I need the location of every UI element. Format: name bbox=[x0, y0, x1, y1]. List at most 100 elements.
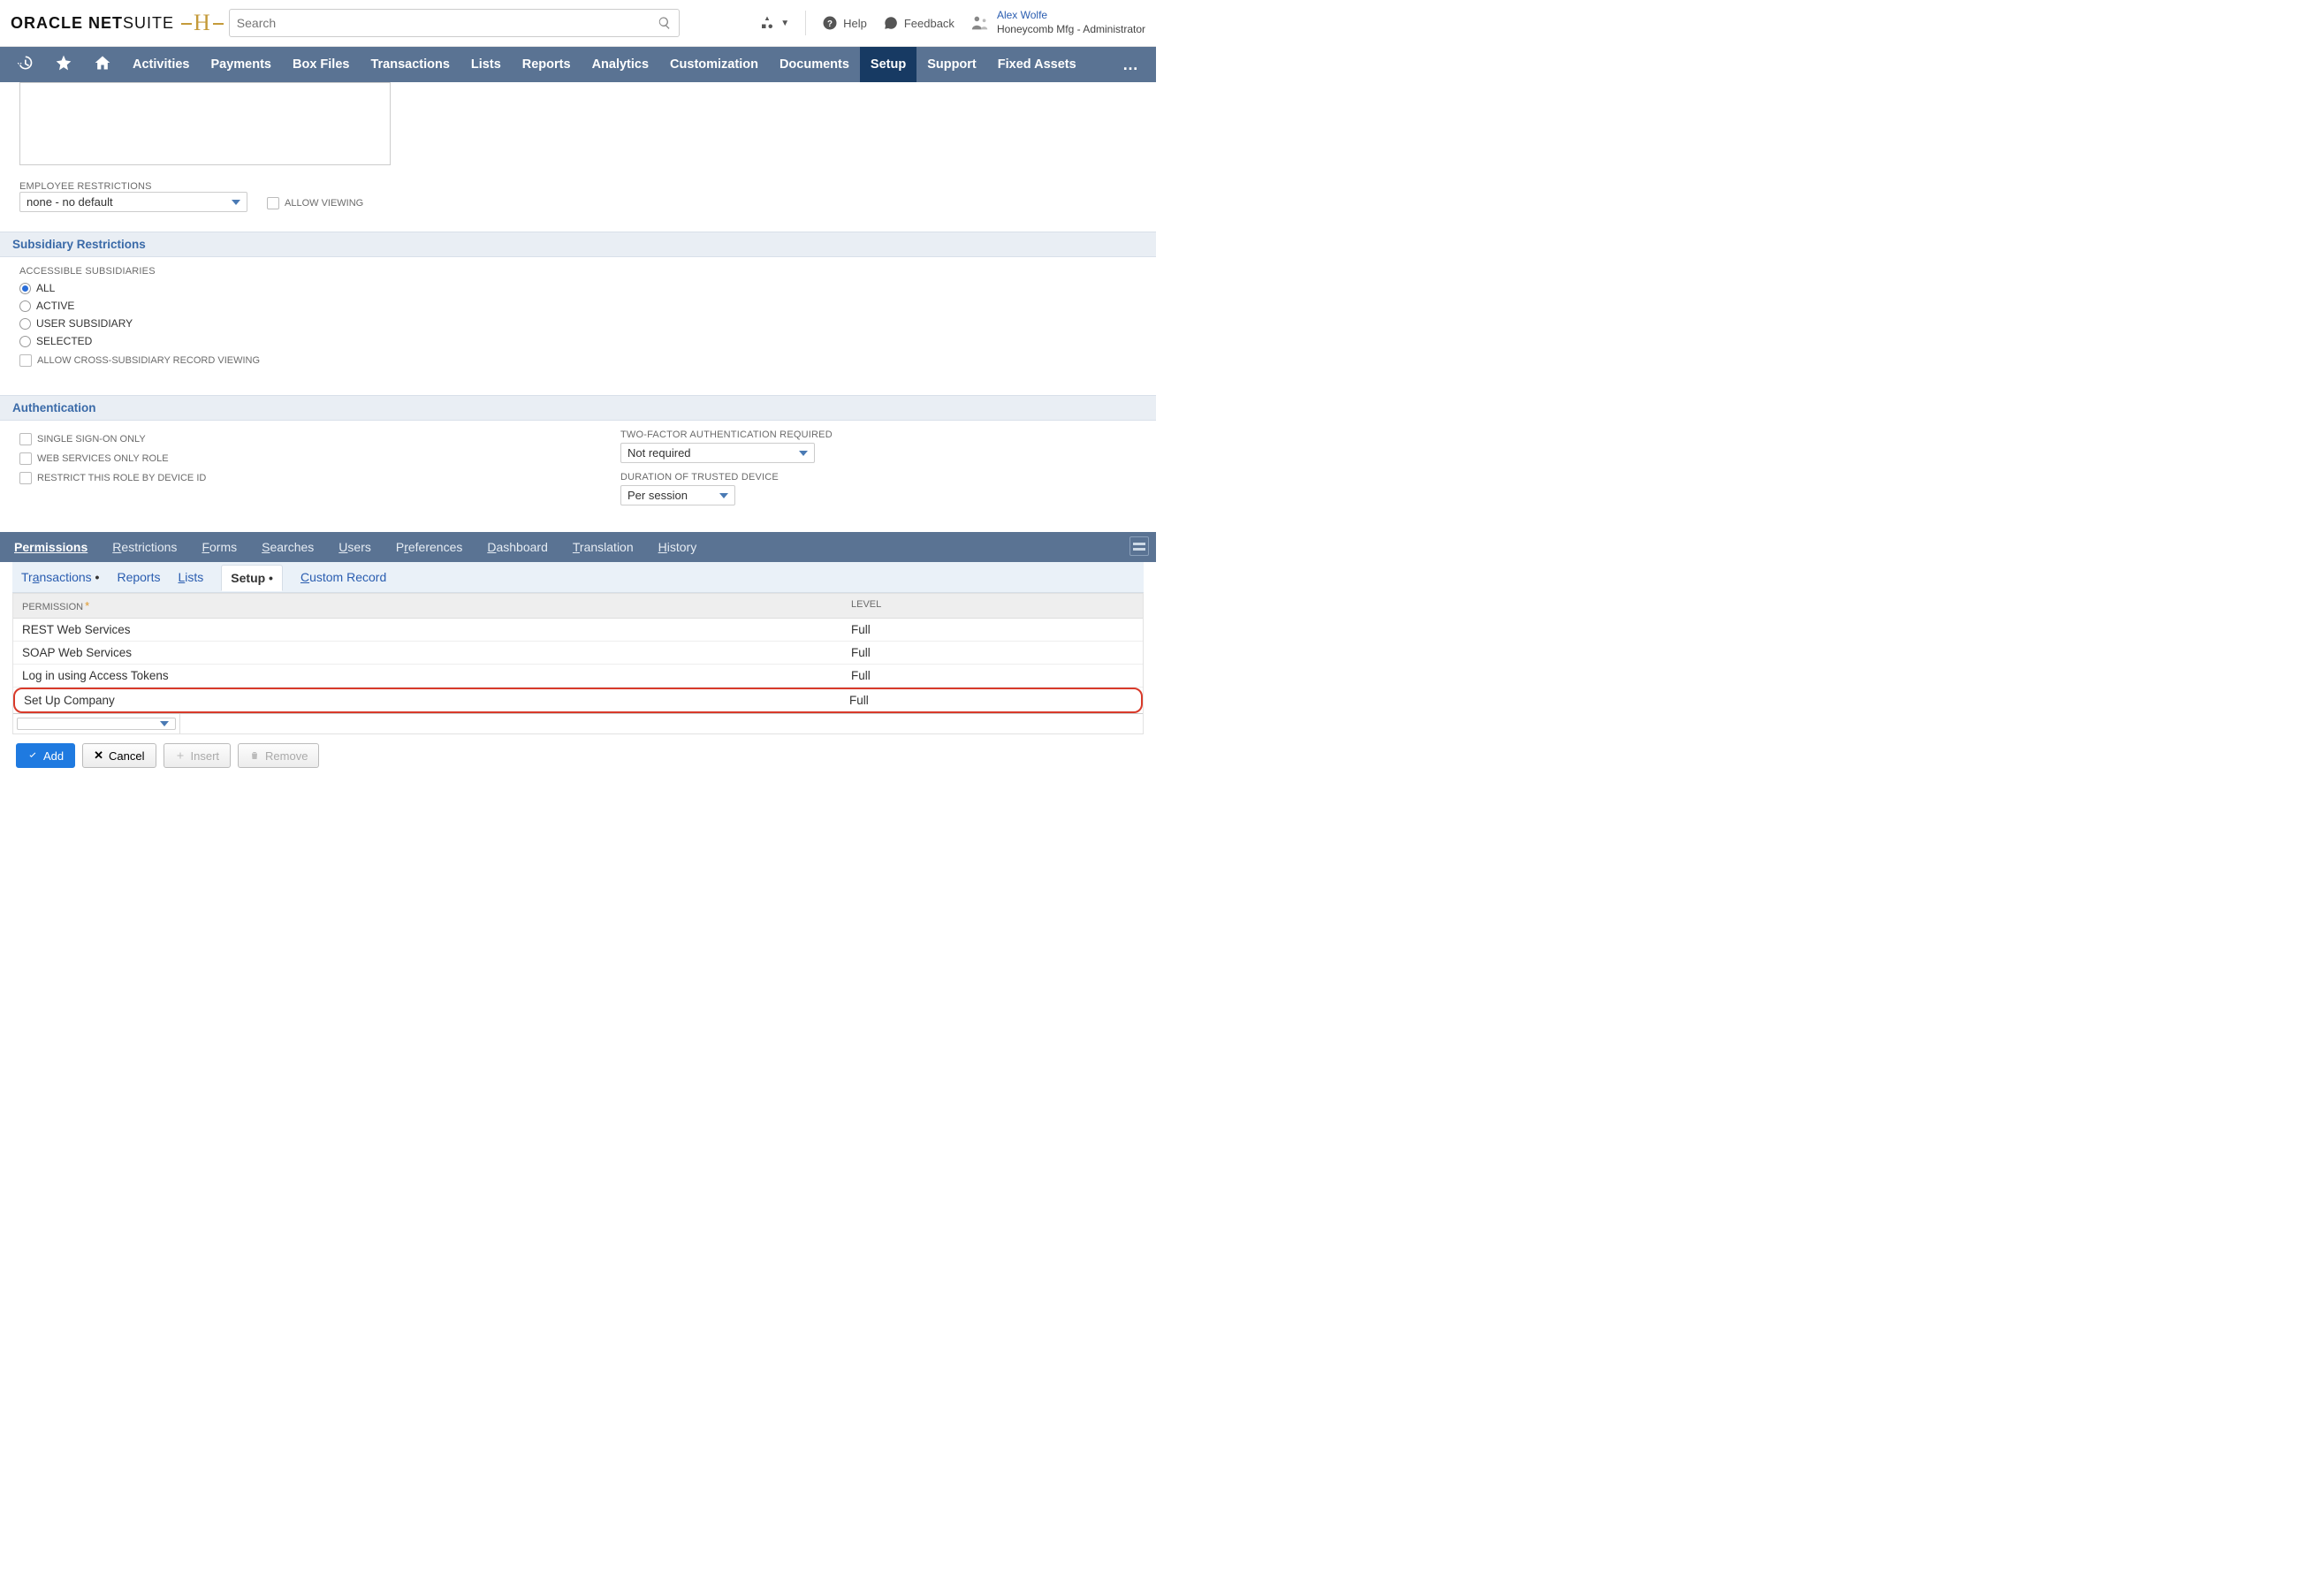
radio-selected-label: SELECTED bbox=[36, 335, 92, 347]
level-cell: Full bbox=[840, 689, 1141, 711]
nav-setup[interactable]: Setup bbox=[860, 47, 916, 82]
subtab-custom-record[interactable]: Custom Record bbox=[300, 570, 386, 584]
employee-restrictions-dropdown[interactable]: none - no default bbox=[19, 192, 247, 212]
subtab-lists[interactable]: Lists bbox=[178, 570, 203, 584]
nav-fixed-assets[interactable]: Fixed Assets bbox=[987, 47, 1087, 82]
accessible-subsidiaries-label: ACCESSIBLE SUBSIDIARIES bbox=[19, 266, 1137, 277]
nav-customization[interactable]: Customization bbox=[659, 47, 769, 82]
nav-lists[interactable]: Lists bbox=[460, 47, 512, 82]
tab-searches[interactable]: Searches bbox=[262, 540, 314, 554]
radio-active[interactable]: ACTIVE bbox=[19, 300, 1137, 312]
textarea-field[interactable] bbox=[19, 82, 391, 165]
nav-shortcuts-button[interactable] bbox=[44, 54, 83, 76]
roles-menu-button[interactable]: ▼ bbox=[759, 15, 789, 31]
cancel-label: Cancel bbox=[109, 749, 144, 763]
help-icon: ? bbox=[822, 15, 838, 31]
table-row[interactable]: SOAP Web ServicesFull bbox=[13, 642, 1143, 665]
duration-value: Per session bbox=[627, 489, 688, 502]
checkbox-icon bbox=[267, 197, 279, 209]
subtab-setup[interactable]: Setup • bbox=[221, 565, 283, 591]
required-star-icon: * bbox=[85, 599, 89, 612]
employee-restrictions-field: EMPLOYEE RESTRICTIONS none - no default bbox=[19, 181, 247, 212]
nav-documents[interactable]: Documents bbox=[769, 47, 860, 82]
checkbox-icon bbox=[19, 354, 32, 367]
tab-users[interactable]: Users bbox=[338, 540, 371, 554]
checkbox-icon bbox=[19, 472, 32, 484]
add-button[interactable]: Add bbox=[16, 743, 75, 768]
divider bbox=[805, 11, 806, 35]
roles-icon bbox=[759, 15, 775, 31]
tab-dashboard[interactable]: Dashboard bbox=[487, 540, 548, 554]
nav-support[interactable]: Support bbox=[916, 47, 987, 82]
company-logo-icon: H bbox=[194, 10, 211, 36]
table-row[interactable]: REST Web ServicesFull bbox=[13, 619, 1143, 642]
duration-dropdown[interactable]: Per session bbox=[620, 485, 735, 505]
tab-forms[interactable]: Forms bbox=[202, 540, 237, 554]
web-services-checkbox[interactable]: WEB SERVICES ONLY ROLE bbox=[19, 452, 567, 465]
authentication-header: Authentication bbox=[0, 395, 1156, 421]
user-menu[interactable]: Alex Wolfe Honeycomb Mfg - Administrator bbox=[970, 9, 1145, 36]
insert-label: Insert bbox=[191, 749, 220, 763]
subtab-reports[interactable]: Reports bbox=[117, 570, 160, 584]
col-level-header[interactable]: LEVEL bbox=[842, 594, 1143, 618]
level-cell: Full bbox=[842, 642, 1143, 664]
device-id-checkbox[interactable]: RESTRICT THIS ROLE BY DEVICE ID bbox=[19, 472, 567, 484]
radio-user-subsidiary[interactable]: USER SUBSIDIARY bbox=[19, 317, 1137, 330]
nav-overflow-button[interactable]: … bbox=[1110, 56, 1151, 74]
allow-viewing-checkbox[interactable]: ALLOW VIEWING bbox=[267, 197, 363, 209]
nav-recent-button[interactable] bbox=[5, 54, 44, 76]
table-row-highlighted[interactable]: Set Up CompanyFull bbox=[13, 688, 1143, 713]
cross-subsidiary-checkbox[interactable]: ALLOW CROSS-SUBSIDIARY RECORD VIEWING bbox=[19, 354, 1137, 367]
nav-reports[interactable]: Reports bbox=[512, 47, 582, 82]
radio-active-label: ACTIVE bbox=[36, 300, 74, 312]
permission-cell: Set Up Company bbox=[15, 689, 840, 711]
radio-all-label: ALL bbox=[36, 282, 55, 294]
radio-all[interactable]: ALL bbox=[19, 282, 1137, 294]
checkbox-icon bbox=[19, 433, 32, 445]
plus-icon bbox=[175, 750, 186, 761]
brand-logo: ORACLE NETSUITE H bbox=[11, 10, 211, 36]
radio-selected[interactable]: SELECTED bbox=[19, 335, 1137, 347]
feedback-button[interactable]: Feedback bbox=[883, 15, 954, 31]
sso-checkbox[interactable]: SINGLE SIGN-ON ONLY bbox=[19, 433, 567, 445]
nav-transactions[interactable]: Transactions bbox=[360, 47, 460, 82]
user-role: Honeycomb Mfg - Administrator bbox=[997, 23, 1145, 37]
tab-restrictions[interactable]: Restrictions bbox=[112, 540, 177, 554]
cancel-button[interactable]: ✕ Cancel bbox=[82, 743, 156, 768]
help-button[interactable]: ? Help bbox=[822, 15, 867, 31]
remove-button[interactable]: Remove bbox=[238, 743, 319, 768]
subsidiary-restrictions-header: Subsidiary Restrictions bbox=[0, 232, 1156, 257]
web-services-label: WEB SERVICES ONLY ROLE bbox=[37, 453, 169, 464]
grid-edit-row bbox=[13, 713, 1143, 733]
insert-button[interactable]: Insert bbox=[164, 743, 232, 768]
tfa-dropdown[interactable]: Not required bbox=[620, 443, 815, 463]
nav-analytics[interactable]: Analytics bbox=[582, 47, 659, 82]
history-icon bbox=[16, 54, 34, 72]
permissions-grid: PERMISSION* LEVEL REST Web ServicesFull … bbox=[12, 593, 1144, 734]
radio-icon bbox=[19, 318, 31, 330]
search-input[interactable] bbox=[237, 16, 658, 30]
new-permission-dropdown[interactable] bbox=[17, 718, 176, 730]
tab-translation[interactable]: Translation bbox=[573, 540, 634, 554]
tabs-layout-toggle[interactable] bbox=[1129, 536, 1149, 556]
help-label: Help bbox=[843, 17, 867, 30]
check-icon bbox=[27, 750, 38, 761]
col-permission-header[interactable]: PERMISSION* bbox=[13, 594, 842, 618]
cross-subsidiary-label: ALLOW CROSS-SUBSIDIARY RECORD VIEWING bbox=[37, 355, 260, 366]
nav-home-button[interactable] bbox=[83, 54, 122, 76]
tab-preferences[interactable]: Preferences bbox=[396, 540, 463, 554]
main-nav: Activities Payments Box Files Transactio… bbox=[0, 47, 1156, 82]
accessible-subsidiaries-group: ALL ACTIVE USER SUBSIDIARY SELECTED bbox=[19, 282, 1137, 347]
allow-viewing-label: ALLOW VIEWING bbox=[285, 198, 363, 209]
tab-permissions[interactable]: Permissions bbox=[14, 540, 87, 554]
global-search[interactable] bbox=[229, 9, 680, 37]
nav-box-files[interactable]: Box Files bbox=[282, 47, 360, 82]
employee-restrictions-value: none - no default bbox=[27, 195, 113, 209]
table-row[interactable]: Log in using Access TokensFull bbox=[13, 665, 1143, 688]
chevron-down-icon bbox=[719, 493, 728, 498]
subtab-transactions[interactable]: Transactions • bbox=[21, 570, 99, 584]
nav-payments[interactable]: Payments bbox=[200, 47, 282, 82]
close-icon: ✕ bbox=[94, 749, 103, 763]
nav-activities[interactable]: Activities bbox=[122, 47, 200, 82]
tab-history[interactable]: History bbox=[658, 540, 697, 554]
